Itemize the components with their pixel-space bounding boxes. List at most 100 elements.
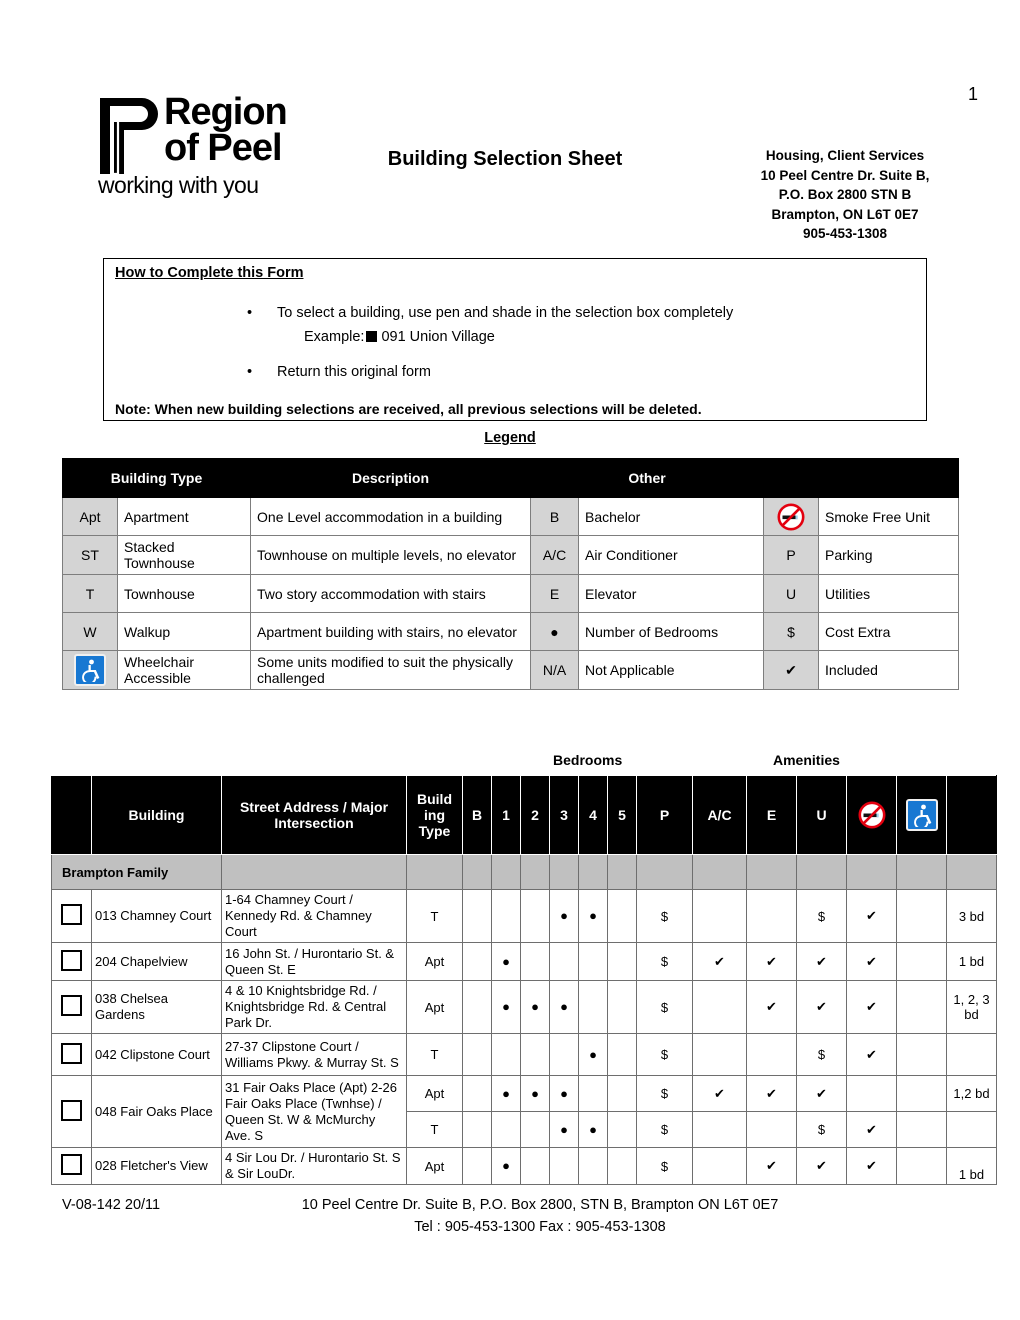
amenity-parking: $ [636,980,693,1034]
bedroom-4: ● [578,1111,608,1148]
extra-notes: 1 bd [946,942,997,981]
legend-row: Wheelchair Accessible Some units modifie… [62,650,960,690]
building-address: 4 Sir Lou Dr. / Hurontario St. S & Sir L… [221,1147,407,1185]
example-label: Example: [304,329,365,345]
legend-name-apt: Apartment [116,497,252,536]
amenity-parking: $ [636,942,693,981]
extra-notes: 1, 2, 3 bd [946,980,997,1034]
selection-checkbox[interactable] [51,889,92,943]
amenity-wheelchair [896,1147,947,1185]
building-address: 4 & 10 Knightsbridge Rd. / Knightsbridge… [221,980,407,1034]
header-bedroom-b: B [462,775,492,855]
legend-row: Apt Apartment One Level accommodation in… [62,497,960,536]
instructions-title: How to Complete this Form [115,265,304,281]
bedroom-1: ● [491,1075,521,1112]
legend-key-na: N/A [530,650,580,690]
legend-desc-w: Apartment building with stairs, no eleva… [250,612,532,651]
bedroom-1: ● [491,980,521,1034]
legend-key-b: B [530,497,580,536]
legend-header-other: Other [530,458,765,498]
section-filler [406,854,463,890]
bedroom-dot-icon: ● [530,612,580,651]
building-name: 048 Fair Oaks Place [91,1075,222,1148]
legend-name-t: Townhouse [116,574,252,613]
amenity-ac [692,889,747,943]
amenity-ac [692,1111,747,1148]
logo-text-line2: of Peel [164,127,283,169]
amenity-wheelchair [896,942,947,981]
section-header-row: Brampton Family [51,854,997,890]
header-parking: P [636,775,693,855]
bedroom-b [462,889,492,943]
extra-notes [946,1111,997,1148]
section-filler [549,854,579,890]
amenity-smoke-free: ✔ [846,889,897,943]
selection-checkbox[interactable] [51,1075,92,1148]
building-type: T [406,889,463,943]
legend-title: Legend [484,430,536,446]
legend-header-building-type: Building Type [61,458,252,498]
selection-checkbox[interactable] [51,980,92,1034]
document-header: Region of Peel working with you Building… [0,88,1020,258]
legend-table: Building Type Description Other Apt Apar… [61,458,960,690]
building-name: 042 Clipstone Court [91,1033,222,1076]
bedroom-4 [578,1075,608,1112]
section-filler [746,854,797,890]
header-bedroom-2: 2 [520,775,550,855]
table-row: 038 Chelsea Gardens 4 & 10 Knightsbridge… [51,980,997,1034]
bedroom-2: ● [520,980,550,1034]
region-of-peel-logo: Region of Peel working with you [98,92,308,204]
selection-checkbox[interactable] [51,1147,92,1185]
example-text: 091 Union Village [381,329,495,345]
amenity-smoke-free: ✔ [846,980,897,1034]
extra-notes: 1 bd [946,1147,997,1185]
header-address: Street Address / Major Intersection [221,775,407,855]
selection-checkbox[interactable] [51,942,92,981]
bedroom-b [462,980,492,1034]
bedroom-3 [549,1147,579,1185]
building-address: 16 John St. / Hurontario St. & Queen St.… [221,942,407,981]
selection-checkbox[interactable] [51,1033,92,1076]
table-row: 048 Fair Oaks Place 31 Fair Oaks Place (… [51,1075,997,1148]
section-filler [946,854,997,890]
bedroom-1: ● [491,1147,521,1185]
legend-val-parking: Parking [818,535,960,575]
amenity-parking: $ [636,1111,693,1148]
legend-desc-wheelchair: Some units modified to suit the physical… [250,650,532,690]
amenity-utilities: $ [796,889,847,943]
amenity-ac [692,1033,747,1076]
legend-header-description: Description [250,458,532,498]
bedroom-4 [578,1147,608,1185]
section-filler [692,854,747,890]
legend-name-st: Stacked Townhouse [116,535,252,575]
legend-header-row: Building Type Description Other [61,458,960,498]
table-row: 204 Chapelview 16 John St. / Hurontario … [51,942,997,981]
amenity-elevator [746,1111,797,1148]
amenity-elevator [746,1033,797,1076]
check-icon: ✔ [763,650,820,690]
extra-notes [946,1033,997,1076]
table-row: 042 Clipstone Court 27-37 Clipstone Cour… [51,1033,997,1076]
amenity-wheelchair [896,1033,947,1076]
legend-val-bedrooms: Number of Bedrooms [578,612,765,651]
bedroom-3: ● [549,1111,579,1148]
amenity-elevator: ✔ [746,980,797,1034]
legend-key-w: W [62,612,118,651]
section-filler [896,854,947,890]
legend-name-w: Walkup [116,612,252,651]
building-name: 013 Chamney Court [91,889,222,943]
header-elevator: E [746,775,797,855]
bedroom-1 [491,889,521,943]
amenity-ac: ✔ [692,942,747,981]
legend-key-ac: A/C [530,535,580,575]
legend-row: W Walkup Apartment building with stairs,… [62,612,960,651]
building-name: 028 Fletcher's View [91,1147,222,1185]
bullet-icon: • [247,305,253,321]
section-filler [636,854,693,890]
section-filler [578,854,608,890]
amenity-parking: $ [636,1075,693,1112]
legend-val-utilities: Utilities [818,574,960,613]
instructions-box: How to Complete this Form • To select a … [103,258,927,421]
wheelchair-icon [896,775,947,855]
bedroom-3 [549,942,579,981]
